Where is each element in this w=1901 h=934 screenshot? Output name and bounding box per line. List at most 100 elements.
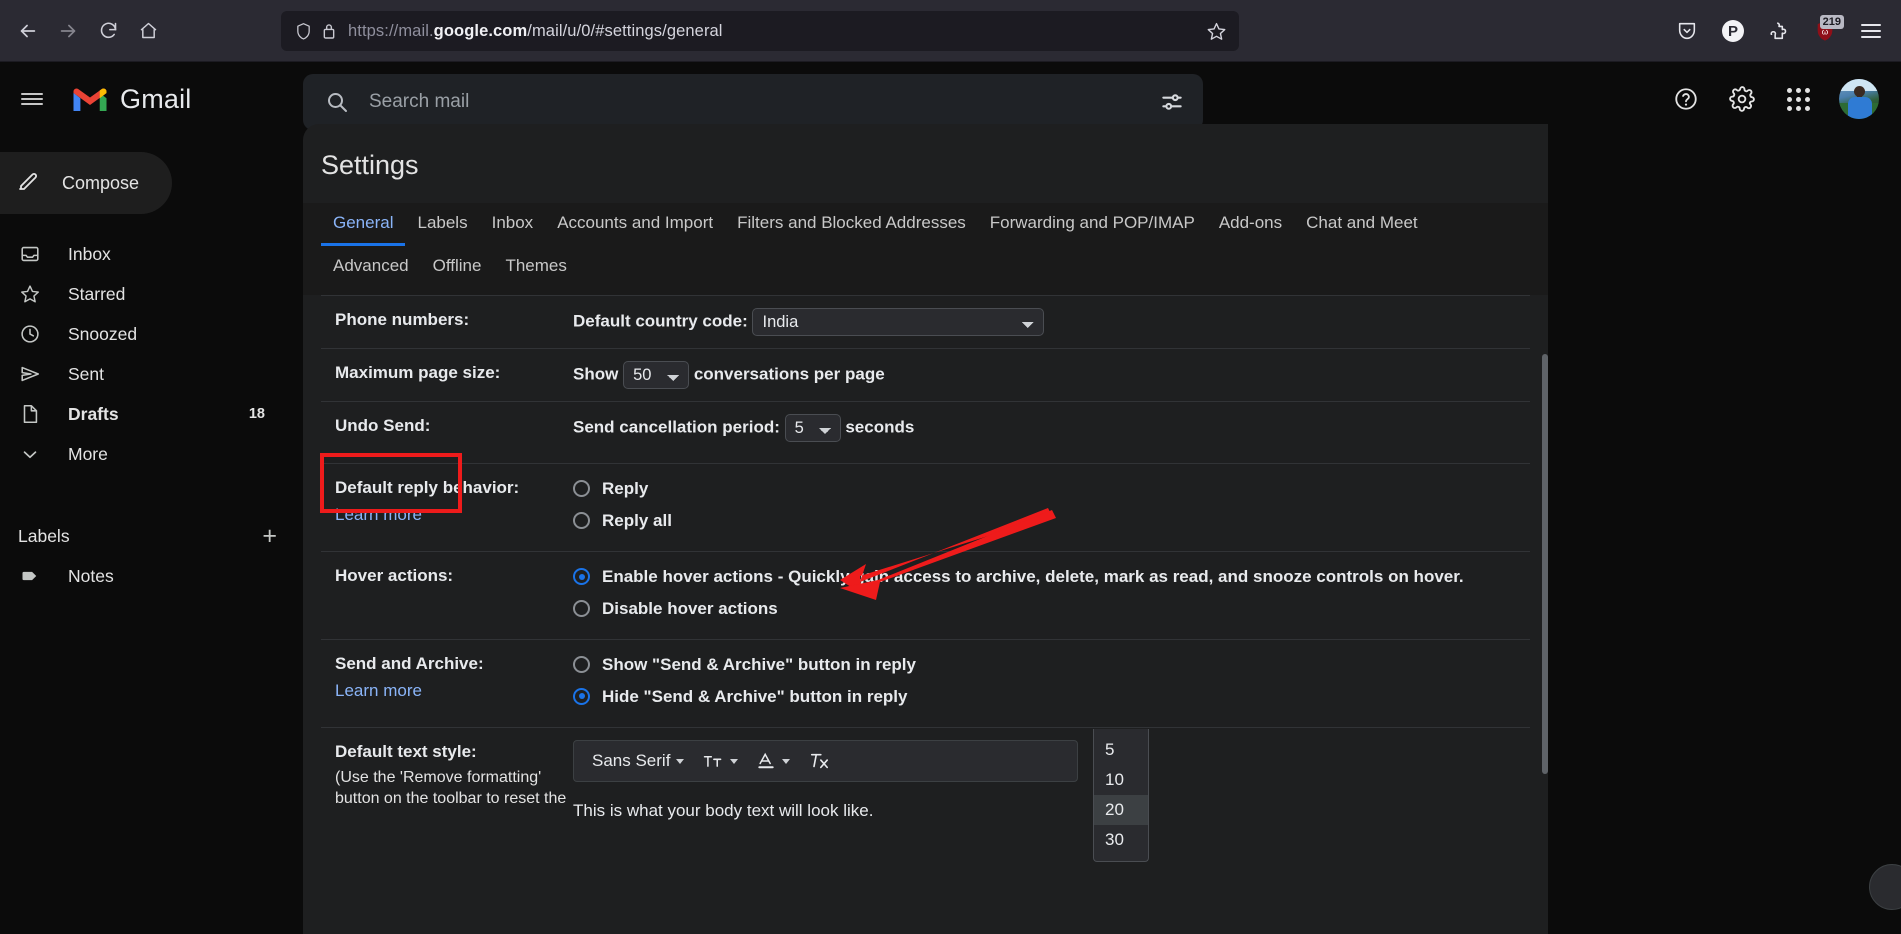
home-button[interactable] xyxy=(128,11,168,51)
radio-icon[interactable] xyxy=(573,511,590,529)
pocket-button[interactable] xyxy=(1667,11,1707,51)
search-options-icon[interactable] xyxy=(1159,89,1185,115)
learn-more-link-archive[interactable]: Learn more xyxy=(335,679,573,704)
tracking-protection-shield-icon[interactable] xyxy=(295,22,312,41)
page-size-select[interactable]: 50 xyxy=(623,361,690,389)
search-icon[interactable] xyxy=(325,90,349,114)
sidebar-item-starred[interactable]: Starred xyxy=(0,274,279,314)
draft-icon xyxy=(18,403,42,425)
sidebar-item-label: Snoozed xyxy=(68,323,138,344)
radio-option-hide-send-archive[interactable]: Hide "Send & Archive" button in reply xyxy=(573,684,1530,710)
tab-inbox[interactable]: Inbox xyxy=(480,203,546,246)
sidebar-label-notes[interactable]: Notes xyxy=(0,556,279,596)
tab-add-ons[interactable]: Add-ons xyxy=(1207,203,1294,246)
setting-row-phone-numbers: Phone numbers: Default country code: Ind… xyxy=(321,295,1530,349)
setting-label: Hover actions: xyxy=(335,566,454,585)
radio-icon[interactable] xyxy=(573,480,590,498)
hamburger-menu-icon xyxy=(1861,24,1881,38)
sidebar-item-more[interactable]: More xyxy=(0,434,279,474)
setting-label: Default reply behavior: Learn more xyxy=(335,476,573,527)
learn-more-link-reply[interactable]: Learn more xyxy=(335,503,573,528)
sidebar-item-label: More xyxy=(68,443,108,464)
gear-icon[interactable] xyxy=(1727,84,1757,114)
tab-themes[interactable]: Themes xyxy=(493,246,578,289)
url-path: /mail/u/0/#settings/general xyxy=(527,21,723,40)
radio-icon[interactable] xyxy=(573,687,590,705)
sidebar-item-label: Inbox xyxy=(68,243,111,264)
text-style-toolbar: Sans Serif xyxy=(573,740,1078,782)
default-country-code-select[interactable]: India xyxy=(752,308,1045,336)
extensions-button[interactable] xyxy=(1759,11,1799,51)
tab-labels[interactable]: Labels xyxy=(405,203,479,246)
back-button[interactable] xyxy=(8,11,48,51)
radio-icon[interactable] xyxy=(573,656,590,674)
help-icon[interactable] xyxy=(1671,84,1701,114)
setting-label: Default text style: (Use the 'Remove for… xyxy=(335,740,573,810)
sidebar-item-sent[interactable]: Sent xyxy=(0,354,279,394)
radio-label: Reply xyxy=(602,479,649,498)
send-cancellation-period-select[interactable]: 5 xyxy=(784,414,841,442)
page-title: Settings xyxy=(321,150,419,180)
gmail-logo[interactable]: Gmail xyxy=(70,84,192,115)
tab-advanced[interactable]: Advanced xyxy=(321,246,421,289)
tab-offline[interactable]: Offline xyxy=(421,246,494,289)
sidebar-item-inbox[interactable]: Inbox xyxy=(0,234,279,274)
home-icon xyxy=(140,22,156,39)
main-menu-button[interactable] xyxy=(8,75,56,123)
radio-icon[interactable] xyxy=(573,599,590,617)
dropdown-option-5[interactable]: 5 xyxy=(1094,735,1148,765)
dropdown-option-10[interactable]: 10 xyxy=(1094,765,1148,795)
search-bar[interactable] xyxy=(303,74,1203,130)
plus-icon[interactable]: + xyxy=(262,523,277,549)
text-size-button[interactable] xyxy=(694,748,746,774)
setting-row-hover-actions: Hover actions: Enable hover actions - Qu… xyxy=(321,552,1530,640)
browser-menu-button[interactable] xyxy=(1851,11,1891,51)
dropdown-option-20[interactable]: 20 xyxy=(1094,795,1148,825)
sidebar-item-drafts[interactable]: Drafts 18 xyxy=(0,394,279,434)
account-avatar[interactable] xyxy=(1839,79,1879,119)
send-cancellation-period-dropdown-list[interactable]: 5 10 20 30 xyxy=(1093,729,1149,862)
sidebar-item-snoozed[interactable]: Snoozed xyxy=(0,314,279,354)
page-size-prefix: Show xyxy=(573,364,619,384)
profile-button[interactable]: P xyxy=(1713,11,1753,51)
url-domain: google.com xyxy=(433,21,528,40)
google-apps-grid-icon[interactable] xyxy=(1783,84,1813,114)
radio-option-disable-hover-actions[interactable]: Disable hover actions xyxy=(573,596,1530,622)
radio-label: Show "Send & Archive" button in reply xyxy=(602,655,916,674)
tab-forwarding-and-pop-imap[interactable]: Forwarding and POP/IMAP xyxy=(978,203,1207,246)
font-family-button[interactable]: Sans Serif xyxy=(584,744,692,778)
default-reply-label: Default reply behavior: xyxy=(335,478,520,497)
chevron-down-icon xyxy=(782,758,791,764)
tab-chat-and-meet[interactable]: Chat and Meet xyxy=(1294,203,1430,246)
forward-arrow-icon xyxy=(60,24,76,37)
radio-label: Reply all xyxy=(602,510,672,530)
radio-option-enable-hover-actions[interactable]: Enable hover actions - Quickly gain acce… xyxy=(573,564,1530,590)
remove-formatting-button[interactable] xyxy=(800,747,838,775)
chat-bubble-button[interactable] xyxy=(1869,864,1901,910)
radio-icon[interactable] xyxy=(573,568,590,586)
chevron-down-icon xyxy=(18,443,42,465)
search-input[interactable] xyxy=(369,91,1159,113)
dropdown-option-30[interactable]: 30 xyxy=(1094,825,1148,855)
compose-button[interactable]: Compose xyxy=(0,152,172,214)
radio-option-show-send-archive[interactable]: Show "Send & Archive" button in reply xyxy=(573,652,1530,678)
tab-general[interactable]: General xyxy=(321,203,406,246)
setting-row-undo-send: Undo Send: Send cancellation period: 5 s… xyxy=(321,402,1530,464)
url-prefix: https://mail. xyxy=(348,21,434,40)
radio-option-reply-all[interactable]: Reply all xyxy=(573,508,1530,534)
tab-filters-and-blocked-addresses[interactable]: Filters and Blocked Addresses xyxy=(725,203,978,246)
font-family-value: Sans Serif xyxy=(592,751,671,771)
forward-button[interactable] xyxy=(48,11,88,51)
radio-option-reply[interactable]: Reply xyxy=(573,476,1530,502)
bookmark-star-icon[interactable] xyxy=(1206,21,1227,42)
text-style-sample: This is what your body text will look li… xyxy=(573,801,874,820)
sidebar-label-text: Notes xyxy=(68,565,114,586)
settings-scrollbar[interactable] xyxy=(1542,354,1548,774)
tab-accounts-and-import[interactable]: Accounts and Import xyxy=(545,203,725,246)
default-text-style-sub: (Use the 'Remove formatting' button on t… xyxy=(335,768,567,808)
text-color-button[interactable] xyxy=(748,747,798,775)
reload-button[interactable] xyxy=(88,11,128,51)
address-bar[interactable]: https://mail.google.com/mail/u/0/#settin… xyxy=(281,11,1239,51)
setting-label: Send and Archive: Learn more xyxy=(335,652,573,703)
shield-extension-button[interactable]: 219 ω xyxy=(1805,11,1845,51)
